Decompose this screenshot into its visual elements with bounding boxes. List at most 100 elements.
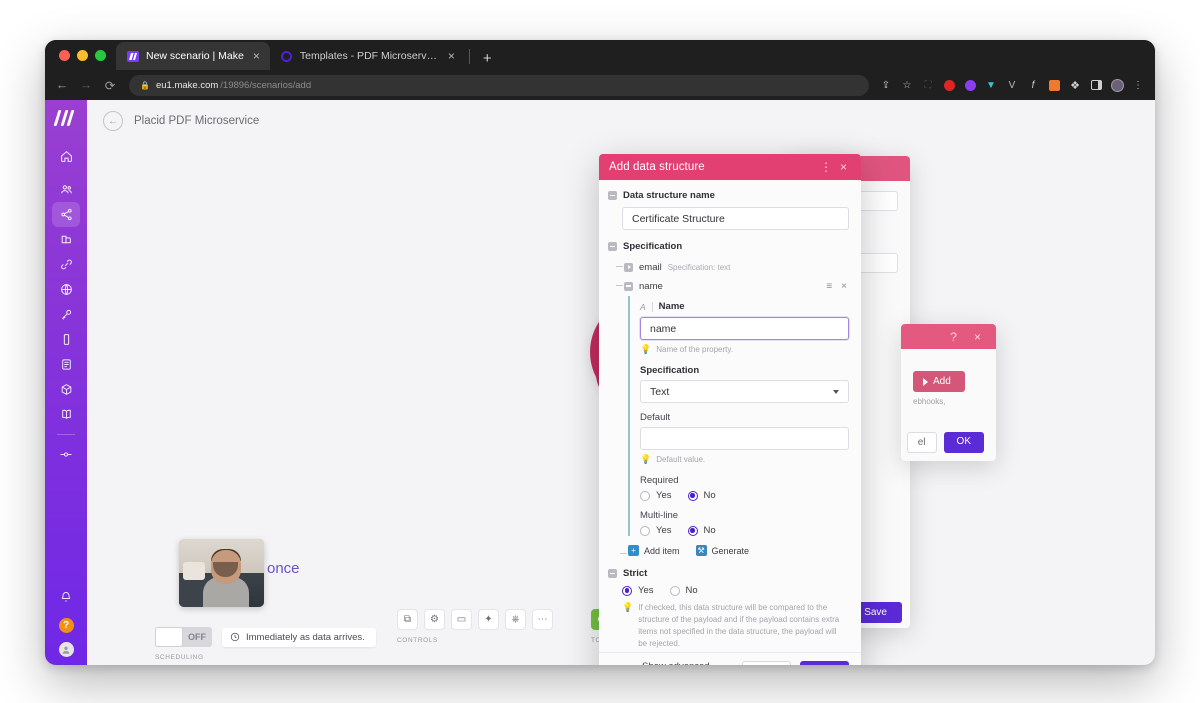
background-ok-button[interactable]: OK bbox=[943, 432, 984, 453]
collapse-icon[interactable] bbox=[608, 242, 617, 251]
user-avatar-icon[interactable] bbox=[58, 642, 74, 657]
url-path: /19896/scenarios/add bbox=[220, 79, 312, 91]
sidebar-item-docs[interactable] bbox=[52, 402, 80, 427]
property-name-hint: 💡 Name of the property. bbox=[640, 344, 849, 356]
close-icon[interactable]: × bbox=[836, 161, 851, 173]
sidebar-item-templates[interactable] bbox=[52, 227, 80, 252]
browser-tab-1[interactable]: New scenario | Make × bbox=[116, 42, 270, 70]
property-header: A Name bbox=[640, 301, 849, 312]
tree-node-email-meta: Specification: text bbox=[667, 262, 731, 272]
chevron-down-icon bbox=[833, 389, 839, 394]
sidebar-item-more[interactable] bbox=[52, 442, 80, 467]
required-yes-option[interactable]: Yes bbox=[640, 490, 672, 501]
tree-row-email[interactable]: email Specification: text bbox=[624, 259, 849, 275]
new-tab-button[interactable]: + bbox=[474, 51, 501, 70]
background-dialog-2-add-button[interactable]: Add bbox=[913, 371, 965, 392]
property-default-input[interactable] bbox=[640, 427, 849, 450]
required-no-label: No bbox=[703, 490, 716, 501]
required-no-option[interactable]: No bbox=[687, 490, 716, 501]
page-title: Placid PDF Microservice bbox=[134, 115, 260, 127]
forward-icon[interactable]: → bbox=[75, 74, 97, 96]
sidebar-item-connections[interactable] bbox=[52, 252, 80, 277]
notifications-bell-icon[interactable] bbox=[52, 584, 80, 609]
extension-v-icon[interactable]: V bbox=[1003, 76, 1021, 94]
multiline-no-option[interactable]: No bbox=[687, 525, 716, 536]
tree-row-name[interactable]: name ≡ × bbox=[624, 278, 849, 294]
scheduling-toggle-state: OFF bbox=[188, 632, 206, 642]
strict-yes-label: Yes bbox=[638, 585, 654, 596]
more-options-icon[interactable]: ⋯ bbox=[532, 609, 553, 630]
collapse-icon[interactable] bbox=[608, 569, 617, 578]
url-bar[interactable]: 🔒 eu1.make.com/19896/scenarios/add bbox=[129, 74, 869, 96]
background-dialog-2-hint: ebhooks, bbox=[913, 397, 946, 406]
side-panel-icon[interactable] bbox=[1087, 76, 1105, 94]
settings-gear-icon[interactable]: ⚙ bbox=[424, 609, 445, 630]
router-icon[interactable]: ⧉ bbox=[397, 609, 418, 630]
extension-purple-icon[interactable] bbox=[961, 76, 979, 94]
reload-icon[interactable]: ⟳ bbox=[99, 74, 121, 96]
generate-button[interactable]: ⚒ Generate bbox=[695, 545, 749, 556]
autoalign-icon[interactable]: ✦ bbox=[478, 609, 499, 630]
make-logo-icon[interactable] bbox=[53, 110, 77, 126]
browser-tab-1-close-icon[interactable]: × bbox=[251, 50, 262, 62]
property-name-input[interactable] bbox=[640, 317, 849, 340]
kebab-menu-icon[interactable]: ⋮ bbox=[1129, 76, 1147, 94]
back-arrow-icon[interactable]: ← bbox=[103, 111, 123, 131]
help-icon[interactable]: ? bbox=[58, 618, 74, 633]
add-item-button[interactable]: + Add item bbox=[628, 545, 680, 556]
radio-unchecked-icon bbox=[669, 585, 680, 596]
extension-f-icon[interactable]: f bbox=[1024, 76, 1042, 94]
maximize-window-button[interactable] bbox=[95, 49, 106, 61]
scheduling-chip[interactable]: Immediately as data arrives. bbox=[222, 627, 376, 647]
cast-icon[interactable]: ⛶ bbox=[919, 76, 937, 94]
close-window-button[interactable] bbox=[59, 49, 70, 61]
bookmark-star-icon[interactable]: ☆ bbox=[898, 76, 916, 94]
tree-node-email: email Specification: text bbox=[616, 259, 849, 275]
scheduling-toggle[interactable]: OFF bbox=[155, 627, 212, 647]
scheduling-row: OFF Immediately as data arrives. bbox=[155, 627, 376, 647]
extension-red-icon[interactable] bbox=[940, 76, 958, 94]
browser-tab-2-close-icon[interactable]: × bbox=[446, 50, 457, 62]
puzzle-icon[interactable]: ❖ bbox=[1066, 76, 1084, 94]
save-button[interactable]: Save bbox=[800, 661, 849, 665]
multiline-yes-option[interactable]: Yes bbox=[640, 525, 672, 536]
sidebar-item-home[interactable] bbox=[52, 144, 80, 169]
tree-node-email-name: email bbox=[639, 261, 662, 273]
data-structure-name-input[interactable] bbox=[622, 207, 849, 230]
extension-orange-icon[interactable] bbox=[1045, 76, 1063, 94]
note-icon[interactable]: ▭ bbox=[451, 609, 472, 630]
browser-tab-2-title: Templates - PDF Microservice bbox=[299, 50, 439, 62]
radio-checked-icon bbox=[687, 490, 698, 501]
sidebar-item-devices[interactable] bbox=[52, 327, 80, 352]
delete-item-icon[interactable]: × bbox=[841, 281, 847, 292]
help-icon[interactable]: ? bbox=[946, 331, 961, 343]
browser-tab-2[interactable]: Templates - PDF Microservice × bbox=[270, 42, 465, 70]
background-cancel-button[interactable]: el bbox=[906, 432, 937, 453]
tab-separator bbox=[468, 49, 470, 64]
background-dialog-2-header: ? × bbox=[901, 324, 996, 349]
expand-collapse-icon[interactable] bbox=[624, 281, 633, 291]
kebab-menu-icon[interactable]: ⋮ bbox=[816, 161, 836, 173]
sidebar-item-keys[interactable] bbox=[52, 302, 80, 327]
sidebar-item-data-stores[interactable] bbox=[52, 352, 80, 377]
collapse-icon[interactable] bbox=[608, 191, 617, 200]
strict-yes-option[interactable]: Yes bbox=[622, 585, 654, 596]
sidebar-item-team[interactable] bbox=[52, 177, 80, 202]
sidebar-item-webhooks[interactable] bbox=[52, 277, 80, 302]
profile-avatar-icon[interactable] bbox=[1108, 76, 1126, 94]
multiline-yes-label: Yes bbox=[656, 525, 672, 536]
strict-no-option[interactable]: No bbox=[669, 585, 698, 596]
back-icon[interactable]: ← bbox=[51, 74, 73, 96]
property-header-title: Name bbox=[658, 301, 685, 312]
sidebar-item-scenarios[interactable] bbox=[52, 202, 80, 227]
flow-control-icon[interactable]: ⎈ bbox=[505, 609, 526, 630]
drag-handle-icon[interactable]: ≡ bbox=[826, 281, 832, 292]
sidebar-item-data-structures[interactable] bbox=[52, 377, 80, 402]
expand-collapse-icon[interactable] bbox=[624, 262, 633, 272]
share-icon[interactable]: ⇪ bbox=[877, 76, 895, 94]
property-specification-select[interactable]: Text bbox=[640, 380, 849, 403]
close-icon[interactable]: × bbox=[970, 331, 985, 343]
minimize-window-button[interactable] bbox=[77, 49, 88, 61]
close-button[interactable]: Close bbox=[741, 661, 792, 665]
extension-teal-icon[interactable]: ▼ bbox=[982, 76, 1000, 94]
